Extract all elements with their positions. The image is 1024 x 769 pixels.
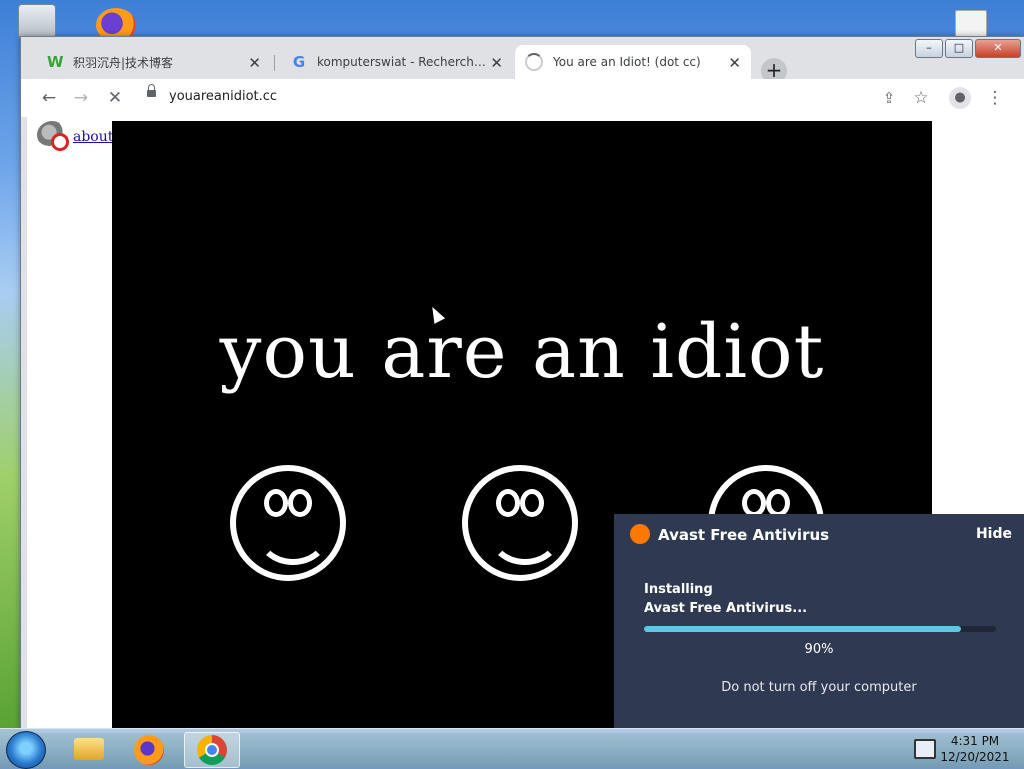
start-button-icon[interactable] [6, 731, 46, 769]
chrome-taskbar-button[interactable] [184, 732, 240, 768]
clock-date: 12/20/2021 [940, 750, 1010, 764]
loading-icon [525, 53, 543, 71]
smiley-face-icon [230, 465, 346, 581]
close-tab-icon[interactable]: ✕ [248, 54, 261, 72]
install-status: Installing Avast Free Antivirus... [644, 580, 807, 618]
progress-percent: 90% [804, 642, 834, 657]
firefox-icon [134, 735, 164, 765]
profile-avatar-icon[interactable]: ● [949, 87, 971, 109]
status-line-1: Installing [644, 582, 713, 597]
file-explorer-taskbar-button[interactable] [62, 732, 116, 766]
google-icon: G [292, 53, 306, 71]
forward-arrow-icon[interactable]: → [69, 87, 93, 109]
tab-title: komputerswiat - Recherche Goog [317, 55, 487, 69]
about-link[interactable]: about [73, 129, 113, 145]
bookmark-star-icon[interactable]: ☆ [909, 87, 933, 109]
share-icon[interactable]: ⇪ [877, 87, 901, 109]
tab-google-search[interactable]: G komputerswiat - Recherche Goog ✕ [277, 45, 513, 79]
tab-blog[interactable]: W 积羽沉舟|技术博客 ✕ [33, 45, 271, 79]
close-tab-icon[interactable]: ✕ [490, 54, 503, 72]
taskbar: 4:31 PM 12/20/2021 [0, 728, 1024, 769]
close-tab-icon[interactable]: ✕ [728, 54, 741, 72]
tab-title: You are an Idiot! (dot cc) [553, 55, 701, 69]
w-icon: W [47, 53, 64, 71]
progress-fill [644, 626, 961, 632]
smiley-face-icon [462, 465, 578, 581]
hide-button[interactable]: Hide [976, 526, 1012, 542]
firefox-taskbar-button[interactable] [122, 732, 176, 766]
network-tray-icon[interactable] [914, 739, 936, 759]
status-line-2: Avast Free Antivirus... [644, 601, 808, 616]
lock-icon[interactable] [147, 84, 156, 97]
tab-youareanidiot[interactable]: You are an Idiot! (dot cc) ✕ [515, 45, 751, 79]
tab-title: 积羽沉舟|技术博客 [73, 55, 174, 70]
menu-dots-icon[interactable]: ⋮ [983, 87, 1007, 109]
headline-text: you are an idiot [219, 309, 825, 395]
clock-time: 4:31 PM [950, 734, 1000, 748]
chrome-icon [197, 735, 227, 765]
stop-loading-icon[interactable]: ✕ [103, 87, 127, 109]
avast-title: Avast Free Antivirus [658, 526, 830, 544]
address-bar[interactable]: youareanidiot.cc [169, 89, 277, 104]
folder-icon [74, 738, 104, 760]
back-arrow-icon[interactable]: ← [37, 87, 61, 109]
taskbar-clock[interactable]: 4:31 PM 12/20/2021 [940, 733, 1010, 765]
tab-strip: W 积羽沉舟|技术博客 ✕ G komputerswiat - Recherch… [21, 45, 1024, 84]
install-note: Do not turn off your computer [721, 680, 917, 695]
toolbar: ← → ✕ youareanidiot.cc ⇪ ☆ ● ⋮ [21, 79, 1024, 117]
avast-install-popup: Avast Free Antivirus Hide Installing Ava… [614, 514, 1024, 728]
avast-logo-icon [630, 524, 650, 544]
tab-separator [274, 55, 275, 71]
speaker-muted-icon[interactable] [37, 121, 69, 151]
install-progress-bar [644, 626, 996, 632]
